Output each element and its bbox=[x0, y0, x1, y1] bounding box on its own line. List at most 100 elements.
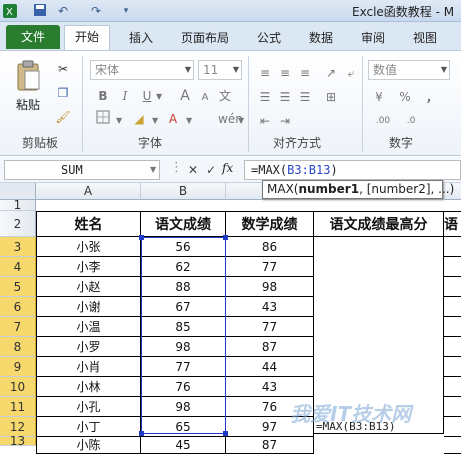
align-bottom-icon[interactable]: ≡ bbox=[296, 64, 314, 82]
underline-button[interactable]: U bbox=[138, 87, 156, 105]
row-header[interactable]: 6 bbox=[0, 297, 36, 317]
cancel-icon[interactable]: ✕ bbox=[184, 161, 202, 179]
row-header[interactable]: 4 bbox=[0, 257, 36, 277]
row-header[interactable]: 2 bbox=[0, 211, 36, 237]
wrap-text-icon[interactable]: ⤶ bbox=[342, 64, 360, 82]
empty-cell[interactable] bbox=[444, 317, 461, 337]
chevron-down-icon[interactable]: ▼ bbox=[150, 165, 156, 174]
header-chinese-max[interactable]: 语文成绩最高分 bbox=[314, 211, 444, 237]
orientation-icon[interactable]: ↗ bbox=[322, 64, 340, 82]
row-header[interactable]: 5 bbox=[0, 277, 36, 297]
math-score-cell[interactable]: 98 bbox=[226, 277, 314, 297]
row-header[interactable]: 3 bbox=[0, 237, 36, 257]
student-name-cell[interactable]: 小温 bbox=[36, 317, 141, 337]
header-next[interactable]: 语 bbox=[444, 211, 461, 237]
customize-toolbar-icon[interactable]: ▾ bbox=[118, 3, 134, 19]
empty-cell[interactable] bbox=[444, 337, 461, 357]
selection-handle[interactable] bbox=[139, 431, 144, 436]
chinese-score-cell[interactable]: 56 bbox=[141, 237, 226, 257]
empty-cell[interactable] bbox=[444, 237, 461, 257]
row-header[interactable]: 8 bbox=[0, 337, 36, 357]
student-name-cell[interactable]: 小丁 bbox=[36, 417, 141, 437]
tab-file[interactable]: 文件 bbox=[6, 25, 60, 49]
increase-decimal-icon[interactable]: .00 bbox=[374, 112, 392, 130]
row-1-cells[interactable] bbox=[36, 200, 461, 211]
paste-label[interactable]: 粘贴 bbox=[16, 96, 40, 113]
math-score-cell[interactable]: 86 bbox=[226, 237, 314, 257]
chevron-down-icon[interactable]: ▼ bbox=[156, 92, 162, 101]
student-name-cell[interactable]: 小李 bbox=[36, 257, 141, 277]
math-score-cell[interactable]: 77 bbox=[226, 257, 314, 277]
empty-cell[interactable] bbox=[444, 357, 461, 377]
number-format-combo[interactable]: 数值 ▼ bbox=[368, 60, 450, 80]
tab-data[interactable]: 数据 bbox=[304, 27, 338, 49]
header-name[interactable]: 姓名 bbox=[36, 211, 141, 237]
decrease-decimal-icon[interactable]: .0 bbox=[402, 112, 420, 130]
chinese-score-cell[interactable]: 76 bbox=[141, 377, 226, 397]
row-header[interactable]: 13 bbox=[0, 435, 36, 447]
align-middle-icon[interactable]: ≡ bbox=[276, 64, 294, 82]
column-header-b[interactable]: B bbox=[141, 183, 226, 200]
chinese-score-cell[interactable]: 62 bbox=[141, 257, 226, 277]
header-math[interactable]: 数学成绩 bbox=[226, 211, 314, 237]
align-center-icon[interactable]: ☰ bbox=[276, 88, 294, 106]
column-header-a[interactable]: A bbox=[36, 183, 141, 200]
merge-cells-icon[interactable]: ⊞ bbox=[322, 88, 340, 106]
grow-font-button[interactable]: A bbox=[176, 87, 194, 105]
cut-icon[interactable]: ✂ bbox=[54, 60, 72, 78]
chevron-down-icon[interactable]: ▼ bbox=[116, 116, 122, 125]
borders-icon[interactable] bbox=[94, 110, 112, 128]
empty-cell[interactable] bbox=[444, 377, 461, 397]
student-name-cell[interactable]: 小张 bbox=[36, 237, 141, 257]
phonetic-icon[interactable]: wén bbox=[218, 110, 243, 128]
chinese-score-cell[interactable]: 65 bbox=[141, 417, 226, 437]
math-score-cell[interactable]: 43 bbox=[226, 297, 314, 317]
math-score-cell[interactable]: 43 bbox=[226, 377, 314, 397]
student-name-cell[interactable]: 小孔 bbox=[36, 397, 141, 417]
format-painter-icon[interactable]: 🖌 bbox=[54, 108, 72, 126]
student-name-cell[interactable]: 小罗 bbox=[36, 337, 141, 357]
chinese-score-cell[interactable]: 88 bbox=[141, 277, 226, 297]
italic-button[interactable]: I bbox=[116, 87, 134, 105]
tab-formulas[interactable]: 公式 bbox=[252, 27, 286, 49]
math-score-cell[interactable]: 87 bbox=[226, 337, 314, 357]
chinese-score-cell[interactable]: 77 bbox=[141, 357, 226, 377]
chinese-score-cell[interactable]: 67 bbox=[141, 297, 226, 317]
align-right-icon[interactable]: ☰ bbox=[296, 88, 314, 106]
row-header[interactable]: 9 bbox=[0, 357, 36, 377]
student-name-cell[interactable]: 小肖 bbox=[36, 357, 141, 377]
undo-icon[interactable]: ↶ bbox=[55, 3, 71, 19]
empty-cell[interactable] bbox=[444, 257, 461, 277]
selection-handle[interactable] bbox=[223, 235, 228, 240]
decrease-indent-icon[interactable]: ⇤ bbox=[256, 112, 274, 130]
row-header[interactable]: 11 bbox=[0, 397, 36, 417]
bold-button[interactable]: B bbox=[94, 87, 112, 105]
formula-input[interactable]: =MAX(B3:B13) bbox=[244, 160, 461, 180]
excel-app-icon[interactable]: X bbox=[2, 3, 18, 19]
tab-home[interactable]: 开始 bbox=[64, 25, 110, 51]
align-top-icon[interactable]: ≡ bbox=[256, 64, 274, 82]
empty-cell[interactable] bbox=[444, 397, 461, 417]
redo-icon[interactable]: ↷ bbox=[88, 3, 104, 19]
copy-icon[interactable]: ❐ bbox=[54, 84, 72, 102]
font-name-combo[interactable]: 宋体 ▼ bbox=[90, 60, 194, 80]
row-header[interactable]: 7 bbox=[0, 317, 36, 337]
selection-handle[interactable] bbox=[139, 235, 144, 240]
math-score-cell[interactable]: 44 bbox=[226, 357, 314, 377]
tab-page-layout[interactable]: 页面布局 bbox=[176, 27, 234, 49]
save-icon[interactable] bbox=[32, 3, 48, 19]
insert-function-button[interactable]: fx bbox=[222, 161, 233, 175]
font-color-button[interactable]: A bbox=[164, 110, 182, 128]
student-name-cell[interactable]: 小谢 bbox=[36, 297, 141, 317]
student-name-cell[interactable]: 小林 bbox=[36, 377, 141, 397]
percent-button[interactable]: % bbox=[396, 88, 414, 106]
wen-button[interactable]: 文 bbox=[216, 87, 234, 105]
paste-icon[interactable] bbox=[14, 60, 44, 95]
tab-insert[interactable]: 插入 bbox=[124, 27, 158, 49]
header-chinese[interactable]: 语文成绩 bbox=[141, 211, 226, 237]
row-header[interactable]: 1 bbox=[0, 199, 36, 211]
empty-cell[interactable] bbox=[444, 417, 461, 437]
chinese-score-cell[interactable]: 98 bbox=[141, 397, 226, 417]
fill-color-icon[interactable]: ◢ bbox=[130, 110, 148, 128]
increase-indent-icon[interactable]: ⇥ bbox=[276, 112, 294, 130]
